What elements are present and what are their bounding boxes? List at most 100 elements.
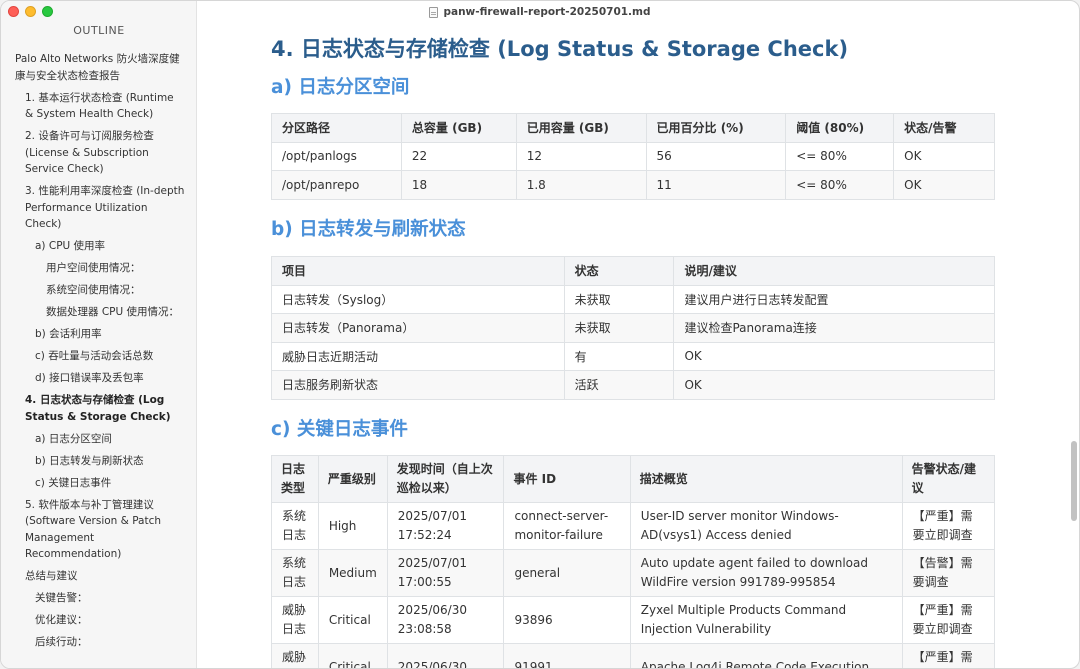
table-header-row: 日志类型 严重级别 发现时间（自上次巡检以来） 事件 ID 描述概览 告警状态/建议 [271, 455, 996, 503]
table-cell: 未获取 [563, 284, 675, 314]
outline-item[interactable]: a) CPU 使用率 [1, 238, 197, 255]
table-cell: 11 [645, 170, 787, 200]
table-cell: Apache Log4j Remote Code Execution [629, 643, 903, 668]
column-header: 分区路径 [271, 113, 402, 143]
table-cell: 系统日志 [271, 549, 319, 597]
table-cell: general [503, 549, 631, 597]
column-header: 发现时间（自上次巡检以来） [386, 455, 505, 503]
table-cell: OK [893, 141, 995, 171]
section-heading: 4. 日志状态与存储检查 (Log Status & Storage Check… [271, 37, 849, 61]
table-cell: 2025/06/30 23:08:58 [386, 596, 505, 644]
outline-sidebar: OUTLINE Palo Alto Networks 防火墙深度健康与安全状态检… [1, 1, 197, 668]
table-cell: 【严重】需要 [901, 643, 996, 668]
zoom-window-button[interactable] [42, 6, 53, 17]
table-cell: 未获取 [563, 313, 675, 343]
outline-item[interactable]: 3. 性能利用率深度检查 (In-depth Performance Utili… [1, 183, 197, 233]
table-header-row: 分区路径 总容量 (GB) 已用容量 (GB) 已用百分比 (%) 阈值 (80%) 状态… [271, 113, 995, 143]
outline-item[interactable]: b) 会话利用率 [1, 326, 197, 343]
table-row: 系统日志 High 2025/07/01 17:52:24 connect-serve… [271, 502, 996, 550]
table-cell: <= 80% [785, 170, 895, 200]
table-row: 威胁日志近期活动有 OK [271, 341, 995, 371]
table-cell: 日志服务刷新状态 [271, 370, 565, 400]
table-cell: 日志转发（Syslog） [271, 284, 565, 314]
table-cell: /opt/panlogs [271, 141, 402, 171]
column-header: 事件 ID [503, 455, 631, 503]
vertical-scrollbar[interactable] [1071, 441, 1077, 521]
editor-window: OUTLINE Palo Alto Networks 防火墙深度健康与安全状态检… [0, 0, 1080, 669]
table-cell: 93896 [503, 596, 631, 644]
table-cell: 2025/06/30 [386, 643, 505, 668]
table-cell: 建议检查Panorama连接 [673, 313, 995, 343]
table-row: 威胁日志 Critical 2025/06/30 23:08:58 93896 Zyxe… [271, 596, 996, 644]
table-row: 威胁日志Critical2025/06/3091991Apache Log4j … [271, 643, 996, 668]
subsection-a-heading: a) 日志分区空间 [271, 77, 410, 98]
column-header: 已用百分比 (%) [645, 113, 787, 143]
outline-list: Palo Alto Networks 防火墙深度健康与安全状态检查报告 1. 基本… [1, 51, 197, 656]
table-cell: 系统日志 [271, 502, 319, 550]
table-cell: Zyxel Multiple Products Command Injectio… [629, 596, 903, 644]
outline-item[interactable]: 优化建议： [1, 612, 197, 629]
outline-item[interactable]: 总结与建议 [1, 568, 197, 585]
column-header: 严重级别 [317, 455, 388, 503]
close-window-button[interactable] [8, 6, 19, 17]
column-header: 项目 [271, 256, 565, 286]
column-header: 阈值 (80%) [785, 113, 895, 143]
table-cell: 建议用户进行日志转发配置 [673, 284, 995, 314]
table-cell: User-ID server monitor Windows-AD(vsys1)… [629, 502, 903, 550]
title-bar: panw-firewall-report-20250701.md [1, 1, 1079, 23]
table-cell: 【告警】需要调查 [901, 549, 996, 597]
table-row: 系统日志 Medium 2025/07/01 17:00:55 general Auto… [271, 549, 996, 597]
outline-item[interactable]: c) 关键日志事件 [1, 475, 197, 492]
column-header: 状态/告警 [893, 113, 995, 143]
outline-item[interactable]: Palo Alto Networks 防火墙深度健康与安全状态检查报告 [1, 51, 197, 84]
minimize-window-button[interactable] [25, 6, 36, 17]
column-header: 已用容量 (GB) [515, 113, 647, 143]
column-header: 说明/建议 [673, 256, 995, 286]
key-log-events-table: 日志类型 严重级别 发现时间（自上次巡检以来） 事件 ID 描述概览 告警状态/建议 系统… [271, 455, 996, 668]
table-cell: 91991 [503, 643, 631, 668]
table-cell: connect-server-monitor-failure [503, 502, 631, 550]
table-cell: Critical [317, 643, 388, 668]
window-title: panw-firewall-report-20250701.md [443, 6, 651, 18]
table-cell: 【严重】需要立即调查 [901, 502, 996, 550]
table-cell: 活跃 [563, 370, 675, 400]
column-header: 告警状态/建议 [901, 455, 996, 503]
table-cell: Critical [317, 596, 388, 644]
outline-item[interactable]: c) 吞吐量与活动会话总数 [1, 348, 197, 365]
outline-item[interactable]: 关键告警： [1, 590, 197, 607]
outline-item[interactable]: b) 日志转发与刷新状态 [1, 453, 197, 470]
table-row: 日志转发（Panorama） 未获取 建议检查Panorama连接 [271, 313, 995, 343]
document-content[interactable]: 4. 日志状态与存储检查 (Log Status & Storage Check… [198, 23, 1070, 668]
table-cell: 威胁日志近期活动 [271, 341, 565, 371]
log-partition-table: 分区路径 总容量 (GB) 已用容量 (GB) 已用百分比 (%) 阈值 (80%) 状态… [271, 113, 995, 200]
table-cell: OK [673, 341, 995, 371]
outline-item[interactable]: 1. 基本运行状态检查 (Runtime & System Health Che… [1, 90, 197, 123]
table-row: 日志转发（Syslog） 未获取 建议用户进行日志转发配置 [271, 284, 995, 314]
table-cell: High [317, 502, 388, 550]
window-controls [8, 6, 53, 17]
column-header: 描述概览 [629, 455, 903, 503]
table-row: 日志服务刷新状态 活跃 OK [271, 370, 995, 400]
table-cell: 56 [645, 141, 787, 171]
table-cell: 22 [400, 141, 517, 171]
outline-item[interactable]: 数据处理器 CPU 使用情况： [1, 304, 197, 321]
outline-item[interactable]: a) 日志分区空间 [1, 431, 197, 448]
outline-item[interactable]: 后续行动： [1, 634, 197, 651]
table-cell: 威胁日志 [271, 643, 319, 668]
table-cell: 18 [400, 170, 517, 200]
table-cell: 威胁日志 [271, 596, 319, 644]
outline-item[interactable]: 2. 设备许可与订阅服务检查 (License & Subscription S… [1, 128, 197, 178]
outline-item[interactable]: d) 接口错误率及丢包率 [1, 370, 197, 387]
table-cell: 【严重】需要立即调查 [901, 596, 996, 644]
table-row: /opt/panrepo 18 1.8 11 <= 80% OK [271, 170, 995, 200]
column-header: 状态 [563, 256, 675, 286]
table-cell: 有 [563, 341, 675, 371]
outline-item[interactable]: 用户空间使用情况： [1, 260, 197, 277]
table-cell: <= 80% [785, 141, 895, 171]
outline-item[interactable]: 4. 日志状态与存储检查 (Log Status & Storage Check… [1, 392, 197, 425]
outline-item[interactable]: 5. 软件版本与补丁管理建议 (Software Version & Patch… [1, 497, 197, 563]
table-cell: 12 [515, 141, 647, 171]
table-cell: 日志转发（Panorama） [271, 313, 565, 343]
document-icon [429, 6, 439, 18]
outline-item[interactable]: 系统空间使用情况： [1, 282, 197, 299]
